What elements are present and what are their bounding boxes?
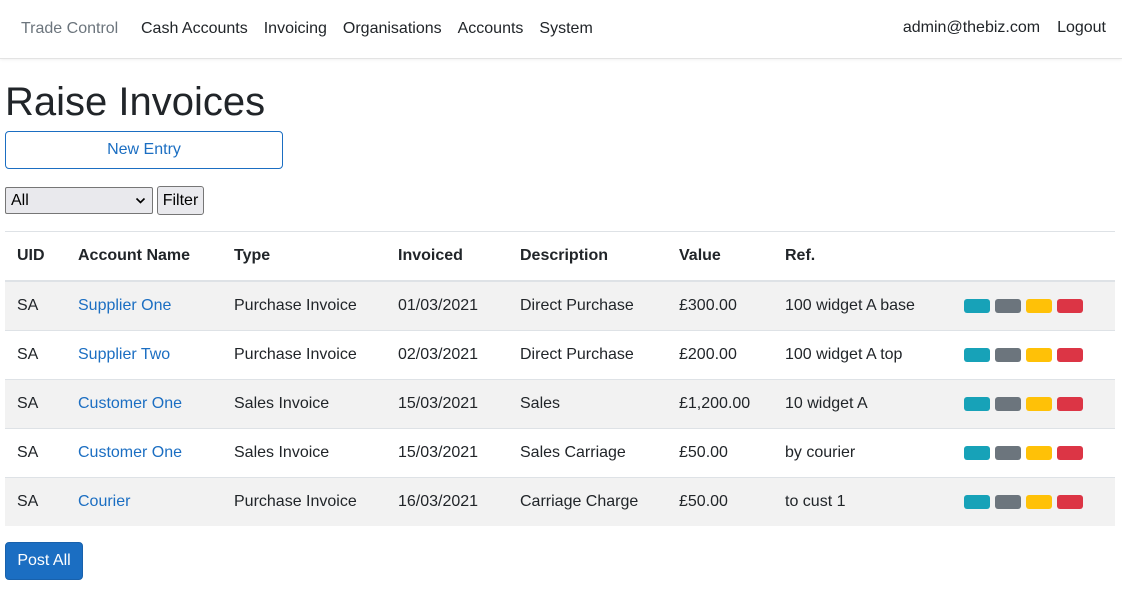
nav-item-organisations[interactable]: Organisations [343, 20, 442, 38]
nav-item-cash-accounts[interactable]: Cash Accounts [141, 20, 248, 38]
cell-account: Supplier Two [66, 329, 222, 379]
cell-value: £50.00 [667, 427, 773, 477]
cell-actions [951, 427, 1115, 477]
table-row: SA Customer One Sales Invoice 15/03/2021… [5, 427, 1115, 477]
action-secondary-button[interactable] [995, 347, 1021, 362]
account-link[interactable]: Supplier One [78, 297, 171, 314]
cell-type: Purchase Invoice [222, 329, 386, 379]
cell-type: Sales Invoice [222, 427, 386, 477]
action-danger-button[interactable] [1057, 445, 1083, 460]
brand-link[interactable]: Trade Control [21, 20, 118, 38]
new-entry-button[interactable]: New Entry [5, 131, 283, 169]
cell-value: £1,200.00 [667, 378, 773, 428]
action-info-button[interactable] [964, 445, 990, 460]
cell-type: Purchase Invoice [222, 280, 386, 330]
cell-description: Direct Purchase [508, 329, 667, 379]
action-warning-button[interactable] [1026, 494, 1052, 509]
cell-uid: SA [5, 476, 66, 526]
column-header-type: Type [222, 232, 386, 282]
logout-link[interactable]: Logout [1057, 19, 1106, 37]
action-danger-button[interactable] [1057, 347, 1083, 362]
column-header-value: Value [667, 232, 773, 282]
table-row: SA Customer One Sales Invoice 15/03/2021… [5, 378, 1115, 428]
table-row: SA Supplier Two Purchase Invoice 02/03/2… [5, 329, 1115, 379]
cell-uid: SA [5, 280, 66, 330]
filter-select-value: All [11, 192, 29, 209]
cell-actions [951, 378, 1115, 428]
post-all-button[interactable]: Post All [5, 542, 83, 580]
cell-actions [951, 280, 1115, 330]
action-danger-button[interactable] [1057, 298, 1083, 313]
filter-select[interactable]: All [5, 187, 153, 214]
cell-account: Customer One [66, 427, 222, 477]
cell-value: £50.00 [667, 476, 773, 526]
cell-uid: SA [5, 329, 66, 379]
column-header-description: Description [508, 232, 667, 282]
cell-account: Supplier One [66, 280, 222, 330]
cell-description: Sales Carriage [508, 427, 667, 477]
action-warning-button[interactable] [1026, 298, 1052, 313]
action-info-button[interactable] [964, 298, 990, 313]
column-header-uid: UID [5, 232, 66, 282]
cell-invoiced: 01/03/2021 [386, 280, 508, 330]
cell-account: Courier [66, 476, 222, 526]
account-link[interactable]: Courier [78, 493, 130, 510]
cell-ref: 100 widget A base [773, 280, 951, 330]
cell-type: Purchase Invoice [222, 476, 386, 526]
nav-user-area: admin@thebiz.com Logout [886, 19, 1106, 37]
action-info-button[interactable] [964, 396, 990, 411]
column-header-actions [951, 232, 1115, 282]
nav-item-system[interactable]: System [539, 20, 592, 38]
cell-actions [951, 476, 1115, 526]
action-warning-button[interactable] [1026, 396, 1052, 411]
account-link[interactable]: Supplier Two [78, 346, 170, 363]
cell-description: Direct Purchase [508, 280, 667, 330]
column-header-account-name: Account Name [66, 232, 222, 282]
chevron-down-icon [135, 188, 146, 223]
cell-description: Sales [508, 378, 667, 428]
cell-uid: SA [5, 427, 66, 477]
cell-actions [951, 329, 1115, 379]
action-info-button[interactable] [964, 494, 990, 509]
action-secondary-button[interactable] [995, 494, 1021, 509]
cell-ref: to cust 1 [773, 476, 951, 526]
action-danger-button[interactable] [1057, 494, 1083, 509]
action-secondary-button[interactable] [995, 298, 1021, 313]
cell-ref: by courier [773, 427, 951, 477]
cell-ref: 100 widget A top [773, 329, 951, 379]
account-link[interactable]: Customer One [78, 395, 182, 412]
nav-menu: Cash Accounts Invoicing Organisations Ac… [141, 20, 609, 38]
column-header-ref: Ref. [773, 232, 951, 282]
account-link[interactable]: Customer One [78, 444, 182, 461]
cell-value: £300.00 [667, 280, 773, 330]
cell-invoiced: 16/03/2021 [386, 476, 508, 526]
column-header-invoiced: Invoiced [386, 232, 508, 282]
cell-account: Customer One [66, 378, 222, 428]
action-info-button[interactable] [964, 347, 990, 362]
navbar: Trade Control Cash Accounts Invoicing Or… [0, 0, 1122, 59]
invoice-table: UID Account Name Type Invoiced Descripti… [5, 232, 1115, 526]
action-secondary-button[interactable] [995, 445, 1021, 460]
page-title: Raise Invoices [5, 80, 266, 124]
filter-button[interactable]: Filter [157, 186, 204, 215]
table-row: SA Supplier One Purchase Invoice 01/03/2… [5, 280, 1115, 330]
invoice-table-container: UID Account Name Type Invoiced Descripti… [5, 231, 1115, 526]
cell-ref: 10 widget A [773, 378, 951, 428]
table-row: SA Courier Purchase Invoice 16/03/2021 C… [5, 476, 1115, 526]
cell-type: Sales Invoice [222, 378, 386, 428]
action-warning-button[interactable] [1026, 347, 1052, 362]
cell-uid: SA [5, 378, 66, 428]
action-danger-button[interactable] [1057, 396, 1083, 411]
cell-invoiced: 02/03/2021 [386, 329, 508, 379]
cell-value: £200.00 [667, 329, 773, 379]
nav-item-invoicing[interactable]: Invoicing [264, 20, 327, 38]
nav-item-accounts[interactable]: Accounts [458, 20, 524, 38]
table-header-row: UID Account Name Type Invoiced Descripti… [5, 232, 1115, 282]
user-account-link[interactable]: admin@thebiz.com [903, 19, 1040, 37]
action-secondary-button[interactable] [995, 396, 1021, 411]
action-warning-button[interactable] [1026, 445, 1052, 460]
cell-invoiced: 15/03/2021 [386, 378, 508, 428]
cell-invoiced: 15/03/2021 [386, 427, 508, 477]
cell-description: Carriage Charge [508, 476, 667, 526]
